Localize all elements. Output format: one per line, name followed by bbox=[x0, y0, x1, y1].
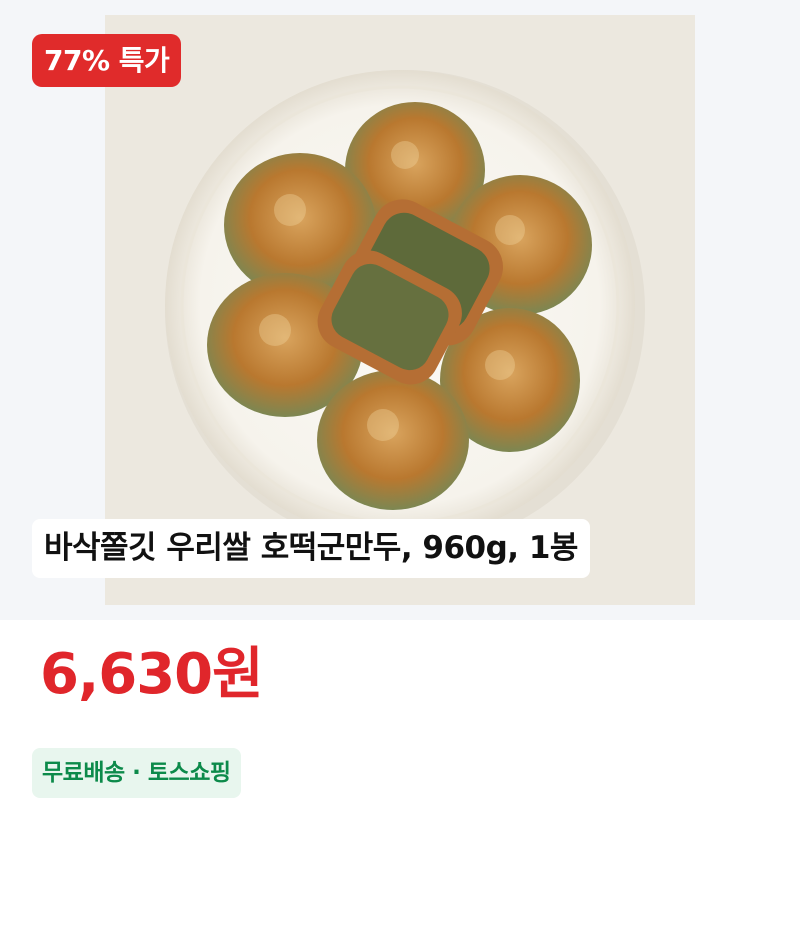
shipping-badge: 무료배송 · 토스쇼핑 bbox=[32, 748, 241, 798]
product-image[interactable] bbox=[105, 15, 695, 605]
dumpling-plate-illustration bbox=[105, 15, 695, 605]
discount-badge: 77% 특가 bbox=[32, 34, 182, 87]
product-title[interactable]: 바삭쫄깃 우리쌀 호떡군만두, 960g, 1봉 bbox=[32, 519, 590, 578]
product-hero: 77% 특가 바삭쫄깃 우리쌀 호떡군만두, 960g, 1봉 bbox=[0, 0, 800, 620]
product-price: 6,630원 bbox=[40, 642, 264, 707]
